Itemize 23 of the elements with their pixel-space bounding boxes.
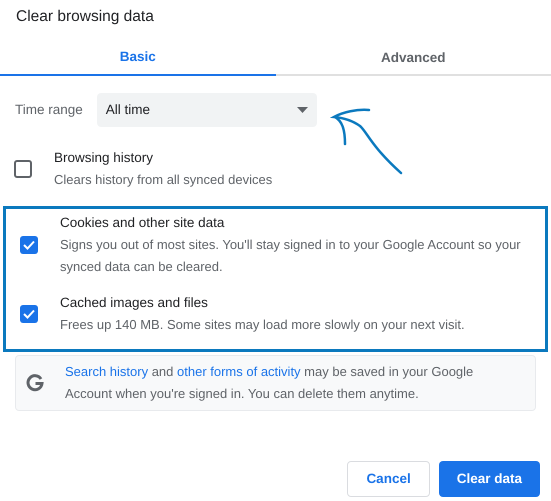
tab[interactable]: Advanced (276, 40, 551, 76)
tab[interactable]: Basic (0, 40, 276, 76)
google-logo (25, 373, 45, 393)
option-label: Browsing history (54, 149, 154, 167)
checkmark-icon (23, 309, 35, 319)
checkbox[interactable] (14, 160, 32, 178)
clear-data-button[interactable]: Clear data (438, 461, 540, 497)
time-range-label: Time range (15, 100, 83, 119)
option-label: Cached images and files (60, 294, 209, 312)
cancel-button[interactable]: Cancel (347, 461, 430, 497)
link[interactable]: Search history (65, 364, 148, 379)
checkbox[interactable] (20, 236, 38, 254)
link[interactable]: other forms of activity (177, 364, 301, 379)
time-range-dropdown[interactable]: All time (96, 93, 317, 127)
checkmark-icon (23, 240, 35, 250)
option-description: Frees up 140 MB. Some sites may load more slowly on your next visit. (60, 316, 465, 334)
checkbox[interactable] (20, 305, 38, 323)
caret-icon (296, 107, 308, 113)
option-description: Clears history from all synced devices (54, 171, 272, 189)
option-label: Cookies and other site data (60, 214, 226, 232)
option-description: Signs you out of most sites. You'll stay signed in to your Google Account so your synced data can be cleared. (60, 236, 521, 276)
info-text: Search history and other forms of activity may be saved in your Google Account when you're signed in. You can delete them anytime. (65, 363, 474, 403)
dialog-title: Clear browsing data (15, 7, 155, 27)
